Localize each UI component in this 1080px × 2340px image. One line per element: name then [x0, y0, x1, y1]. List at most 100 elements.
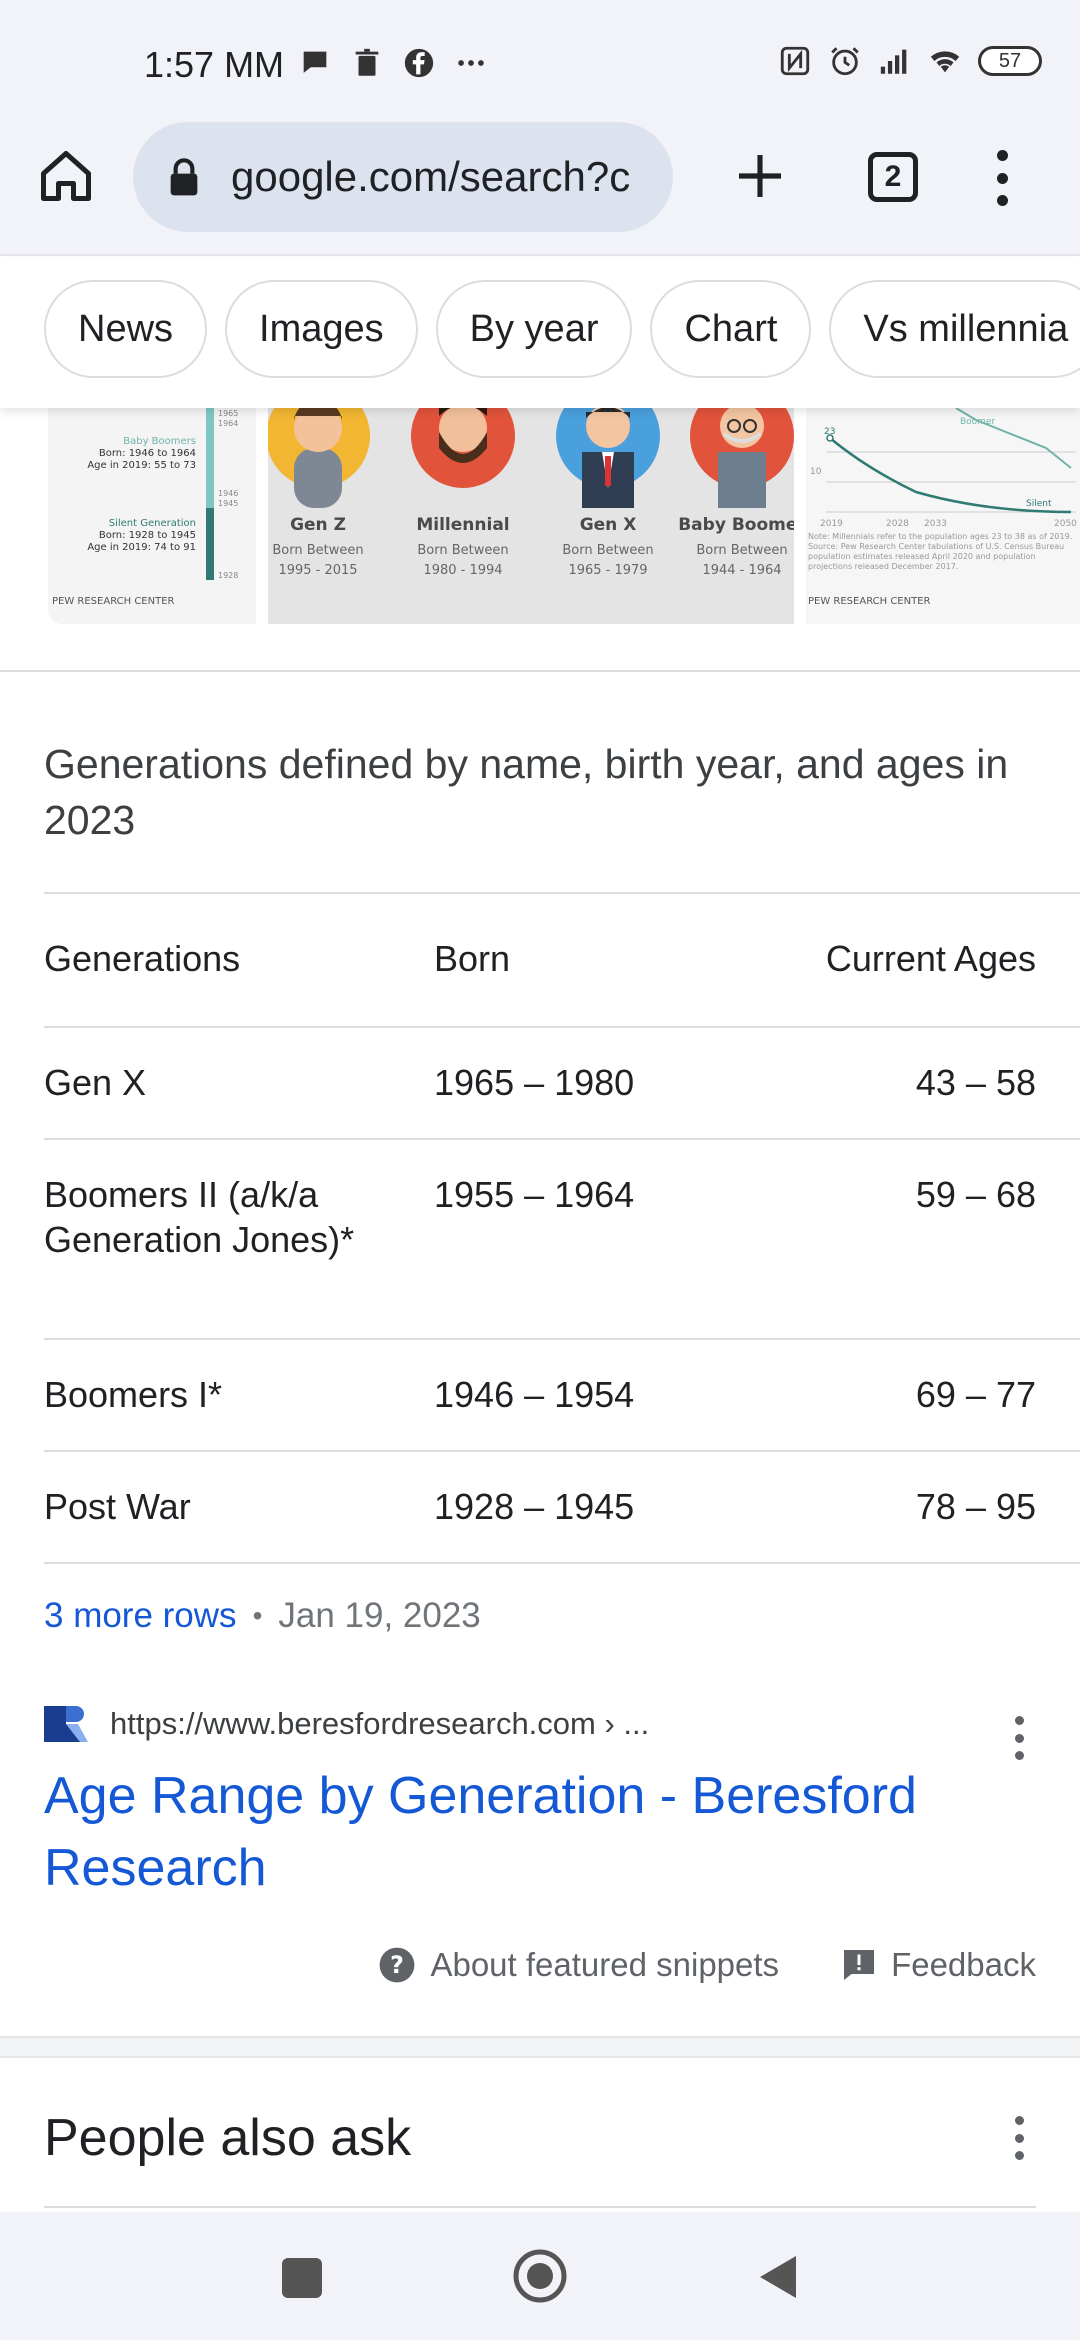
browser-menu-button[interactable] [990, 150, 1014, 206]
chart-label: 2019 [820, 519, 843, 529]
chart-credit: PEW RESEARCH CENTER [808, 596, 931, 607]
paa-options-icon[interactable] [1012, 2116, 1026, 2160]
table-rule [44, 1138, 1080, 1140]
avatar-sub: Born Between [417, 543, 508, 558]
chip-by-year[interactable]: By year [435, 280, 633, 378]
status-system-icons: 57 [778, 44, 1042, 78]
table-rule [44, 892, 1080, 894]
table-cell-born: 1955 – 1964 [434, 1174, 635, 1215]
table-header-generations: Generations [44, 938, 241, 979]
paa-divider [44, 2206, 1036, 2208]
avatar-years: 1965 - 1979 [568, 563, 647, 578]
avatar-label: Millennial [416, 515, 509, 535]
avatar-label: Baby Boomer [678, 515, 794, 535]
status-bar: 1:57 MM 57 [0, 0, 1080, 110]
tick-label: 1928 [218, 571, 238, 580]
about-snippets-label: About featured snippets [430, 1946, 780, 1983]
tick-label: 1964 [218, 419, 238, 428]
chip-chart[interactable]: Chart [650, 280, 812, 378]
generation-avatars-graphic: Gen Z Born Between 1995 - 2015 Millennia… [268, 408, 794, 578]
avatar-sub: Born Between [272, 543, 363, 558]
table-header-born: Born [434, 938, 511, 979]
chart-label: Boomer [960, 417, 995, 427]
image-text: Born: 1928 to 1945 [99, 530, 196, 541]
chat-bubble-icon [303, 51, 327, 73]
chart-label: 23 [824, 427, 835, 437]
avatar-sub: Born Between [562, 543, 653, 558]
image-text: PEW RESEARCH CENTER [52, 596, 175, 607]
more-dots-icon [458, 60, 484, 66]
table-rule [44, 1338, 1080, 1340]
home-circle-icon[interactable] [512, 2248, 568, 2304]
result-source[interactable]: https://www.beresfordresearch.com › ... [44, 1702, 1044, 1746]
address-bar[interactable]: google.com/search?c [133, 122, 673, 232]
back-triangle-icon[interactable] [756, 2252, 800, 2302]
home-icon[interactable] [36, 146, 96, 206]
about-snippets-button[interactable]: ? About featured snippets [378, 1946, 779, 1984]
nfc-icon [780, 46, 810, 76]
chip-vs-millennials[interactable]: Vs millennia [829, 280, 1080, 378]
image-results-strip: 1965 1964 1946 1945 1928 Baby Boomers Bo… [0, 408, 1080, 630]
avatar-label: Gen X [580, 515, 637, 535]
tick-label: 1965 [218, 409, 238, 418]
table-cell-generation: Gen X [44, 1062, 147, 1103]
search-chips-bar: News Images By year Chart Vs millennia [0, 258, 1080, 408]
chart-label: 2033 [924, 519, 947, 529]
table-cell-born: 1928 – 1945 [434, 1486, 635, 1527]
chip-images[interactable]: Images [225, 280, 418, 378]
table-cell-ages: 59 – 68 [915, 1174, 1036, 1215]
trash-icon [355, 48, 379, 76]
image-text: Born: 1946 to 1964 [99, 448, 196, 459]
avatar-years: 1995 - 2015 [278, 563, 357, 578]
avatar-years: 1944 - 1964 [702, 563, 781, 578]
snippet-title: Generations defined by name, birth year,… [44, 741, 1009, 843]
chart-label: 10 [810, 467, 822, 477]
feedback-icon [844, 1950, 875, 1980]
pew-timeline-graphic: 1965 1964 1946 1945 1928 Baby Boomers Bo… [52, 408, 238, 607]
snippet-footer: ? About featured snippets Feedback [378, 1946, 1036, 1984]
svg-text:?: ? [391, 1951, 405, 1979]
section-divider [0, 670, 1080, 672]
chip-list: News Images By year Chart Vs millennia [44, 280, 1080, 378]
tab-switcher-button[interactable]: 2 [868, 152, 918, 202]
table-rule [44, 1026, 1080, 1028]
tick-label: 1945 [218, 499, 238, 508]
image-result-generation-avatars[interactable]: Gen Z Born Between 1995 - 2015 Millennia… [268, 408, 794, 624]
table-cell-generation: Boomers I* [44, 1374, 223, 1415]
snippet-date: Jan 19, 2023 [278, 1596, 481, 1635]
snippet-meta: 3 more rows • Jan 19, 2023 [44, 1596, 481, 1636]
section-separator [0, 2036, 1080, 2058]
image-result-pew-chart[interactable]: Boomer 23 10 Silent 2019 2028 2033 2050 … [806, 408, 1080, 624]
chart-label: 2050 [1054, 519, 1077, 529]
table-cell-ages: 69 – 77 [915, 1374, 1036, 1415]
url-text: google.com/search?c [231, 153, 631, 200]
table-cell-generation: Post War [44, 1486, 191, 1527]
image-text: Age in 2019: 55 to 73 [87, 460, 196, 471]
beresford-favicon [44, 1706, 88, 1742]
chart-note: Note: Millennials refer to the populatio… [808, 532, 1073, 571]
alarm-icon [831, 47, 859, 76]
result-title-link[interactable]: Age Range by Generation - Beresford Rese… [44, 1760, 1044, 1904]
battery-icon: 57 [978, 46, 1042, 76]
people-also-ask-heading: People also ask [44, 2109, 412, 2167]
feedback-label: Feedback [891, 1946, 1036, 1983]
chart-label: Silent [1026, 499, 1052, 509]
chip-news[interactable]: News [44, 280, 208, 378]
image-result-pew-timeline[interactable]: 1965 1964 1946 1945 1928 Baby Boomers Bo… [48, 408, 256, 624]
feedback-button[interactable]: Feedback [779, 1946, 1036, 1984]
recents-button[interactable] [282, 2258, 322, 2298]
result-options-icon[interactable] [1012, 1716, 1026, 1760]
image-text: Age in 2019: 74 to 91 [87, 542, 196, 553]
signal-icon [880, 49, 907, 74]
tick-label: 1946 [218, 489, 238, 498]
facebook-icon [404, 48, 434, 78]
image-text: Baby Boomers [123, 436, 196, 447]
result-url: https://www.beresfordresearch.com › ... [110, 1706, 650, 1741]
more-rows-link[interactable]: 3 more rows [44, 1596, 237, 1636]
table-rule [44, 1562, 1080, 1564]
table-rule [44, 1450, 1080, 1452]
table-cell-ages: 43 – 58 [915, 1062, 1036, 1103]
new-tab-icon[interactable] [732, 148, 788, 204]
table-cell-born: 1965 – 1980 [434, 1062, 635, 1103]
chart-label: 2028 [886, 519, 909, 529]
